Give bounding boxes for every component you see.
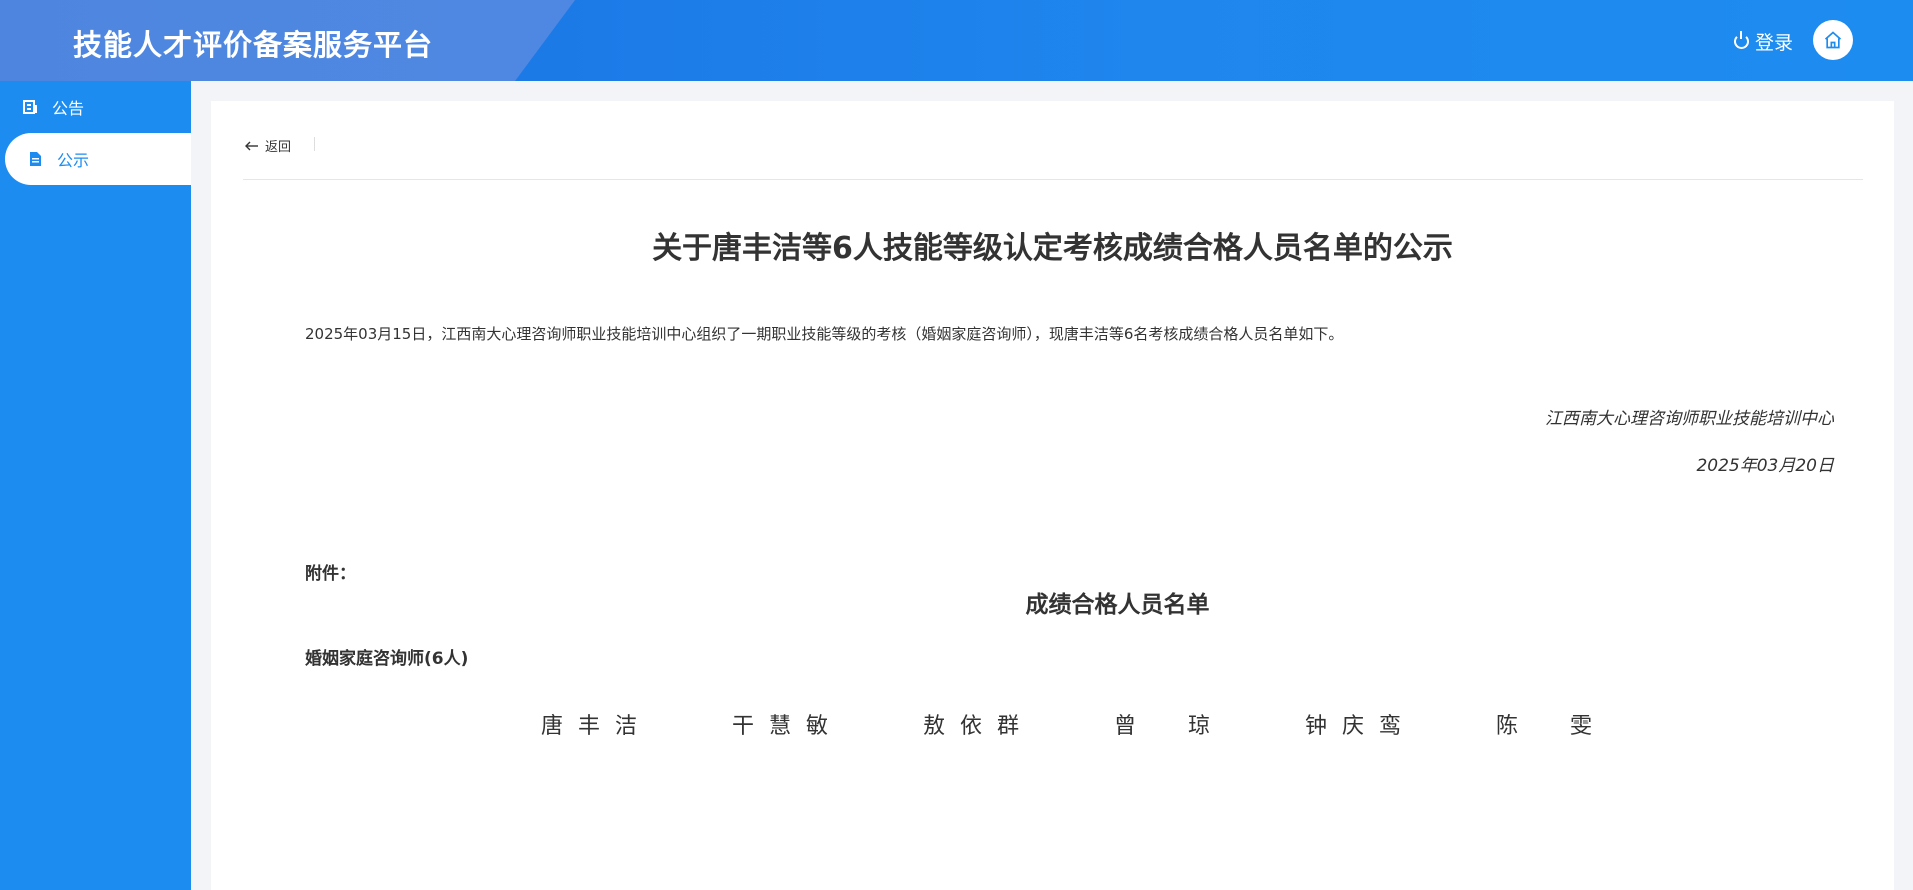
issuing-organization: 江西南大心理咨询师职业技能培训中心 <box>1545 409 1834 429</box>
sidebar: 公告 公示 <box>0 81 191 890</box>
power-icon <box>1733 31 1749 49</box>
notice-intro: 2025年03月15日，江西南大心理咨询师职业技能培训中心组织了一期职业技能等级… <box>305 325 1344 343</box>
list-item: 曾 琼 <box>1114 714 1226 739</box>
list-item: 敖依群 <box>923 714 1035 739</box>
notice-title: 关于唐丰洁等6人技能等级认定考核成绩合格人员名单的公示 <box>652 231 1453 266</box>
sidebar-item-publicity[interactable]: 公示 <box>5 133 191 185</box>
login-button[interactable]: 登录 <box>1733 28 1793 55</box>
arrow-left-icon <box>245 141 258 150</box>
name-list: 唐丰洁 干慧敏 敖依群 曾 琼 钟庆鸾 陈 雯 <box>541 708 1687 740</box>
top-header: 技能人才评价备案服务平台 登录 <box>0 0 1913 81</box>
back-label: 返回 <box>265 140 292 155</box>
login-label: 登录 <box>1754 32 1793 54</box>
divider <box>243 179 1863 180</box>
document-icon <box>30 152 41 166</box>
site-title: 技能人才评价备案服务平台 <box>73 28 434 62</box>
list-item: 钟庆鸾 <box>1305 714 1417 739</box>
announcement-icon <box>23 100 37 114</box>
separator <box>314 137 315 151</box>
home-icon <box>1824 31 1842 49</box>
list-title: 成绩合格人员名单 <box>1025 592 1210 618</box>
issue-date: 2025年03月20日 <box>1696 456 1834 476</box>
back-button[interactable]: 返回 <box>245 136 291 155</box>
list-item: 干慧敏 <box>732 714 844 739</box>
sidebar-item-label: 公告 <box>52 99 85 118</box>
content-card: 返回 关于唐丰洁等6人技能等级认定考核成绩合格人员名单的公示 2025年03月1… <box>211 101 1894 890</box>
sidebar-item-label: 公示 <box>57 151 90 170</box>
category-label: 婚姻家庭咨询师(6人) <box>305 649 469 669</box>
list-item: 陈 雯 <box>1496 714 1608 739</box>
list-item: 唐丰洁 <box>541 714 653 739</box>
attachment-label: 附件： <box>305 564 356 584</box>
home-button[interactable] <box>1813 20 1853 60</box>
sidebar-item-announcement[interactable]: 公告 <box>0 81 191 133</box>
